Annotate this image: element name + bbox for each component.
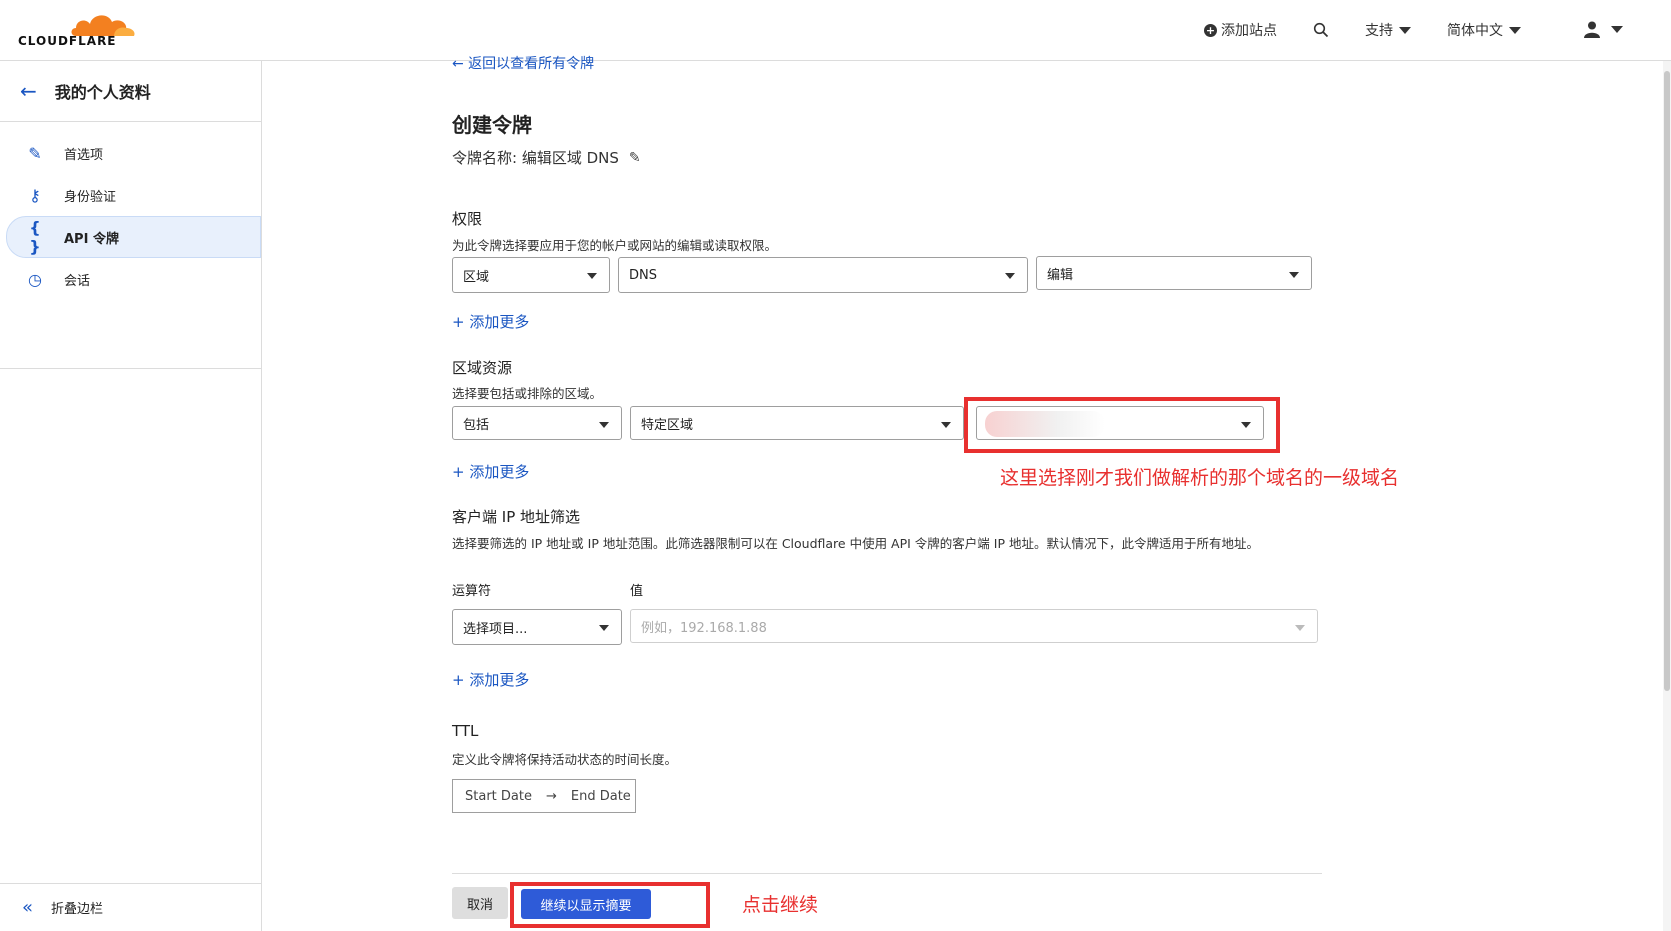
- ip-filter-title: 客户端 IP 地址筛选: [452, 508, 581, 526]
- plus-circle-icon: +: [1204, 23, 1217, 37]
- zone-resources-desc: 选择要包括或排除的区域。: [452, 386, 603, 401]
- page-scrollbar[interactable]: [1663, 61, 1671, 931]
- support-menu[interactable]: 支持: [1365, 20, 1411, 40]
- search-icon: [1313, 22, 1329, 38]
- scrollbar-thumb[interactable]: [1664, 71, 1670, 691]
- add-site-label: 添加站点: [1221, 23, 1277, 39]
- annotation-box-zone: [964, 397, 1280, 453]
- braces-icon: { }: [29, 218, 41, 256]
- select-value: 特定区域: [641, 417, 694, 433]
- end-date-field[interactable]: End Date: [571, 789, 631, 804]
- add-ip-filter-link[interactable]: + 添加更多: [452, 669, 529, 690]
- ip-value-input[interactable]: 例如，192.168.1.88: [630, 609, 1318, 643]
- chevron-down-icon: [1509, 26, 1521, 34]
- clock-icon: ◷: [28, 269, 42, 289]
- logo-text: CLOUDFLARE: [18, 34, 117, 48]
- sidebar-item-label: 身份验证: [64, 189, 117, 205]
- cancel-button[interactable]: 取消: [452, 887, 508, 919]
- sidebar-header: ← 我的个人资料: [0, 61, 261, 122]
- cloud-logo-icon: [71, 15, 135, 36]
- sidebar-item-api-tokens[interactable]: { } API 令牌: [6, 216, 261, 258]
- dropdown-arrow-icon: [1289, 272, 1299, 278]
- select-value: 编辑: [1047, 267, 1074, 283]
- cloudflare-logo[interactable]: CLOUDFLARE: [18, 10, 135, 50]
- sidebar-item-label: API 令牌: [64, 231, 119, 247]
- permissions-desc: 为此令牌选择要应用于您的帐户或网站的编辑或读取权限。: [452, 238, 778, 253]
- back-to-tokens-link[interactable]: ← 返回以查看所有令牌: [452, 53, 594, 73]
- zone-resources-title: 区域资源: [452, 359, 513, 377]
- start-date-field[interactable]: Start Date: [465, 789, 532, 804]
- select-value: 选择项目...: [463, 621, 528, 637]
- permission-scope-select[interactable]: 区域: [452, 257, 610, 293]
- annotation-zone-note: 这里选择刚才我们做解析的那个域名的一级域名: [1000, 467, 1400, 489]
- token-name-text: 令牌名称: 编辑区域 DNS: [452, 149, 619, 167]
- search-button[interactable]: [1313, 22, 1329, 38]
- ttl-desc: 定义此令牌将保持活动状态的时间长度。: [452, 752, 678, 767]
- dropdown-arrow-icon: [599, 625, 609, 631]
- sidebar: ← 我的个人资料 ✎ 首选项 ⚷ 身份验证 { } API 令牌 ◷ 会话 « …: [0, 61, 262, 931]
- page-title: 创建令牌: [452, 113, 532, 137]
- double-chevron-left-icon: «: [22, 897, 34, 918]
- pencil-icon: ✎: [28, 143, 42, 163]
- support-label: 支持: [1365, 23, 1393, 39]
- select-value: DNS: [629, 267, 657, 283]
- value-label: 值: [630, 584, 644, 599]
- collapse-sidebar-button[interactable]: « 折叠边栏: [0, 883, 261, 931]
- operator-select[interactable]: 选择项目...: [452, 609, 622, 645]
- arrow-right-icon: →: [545, 788, 557, 804]
- chevron-down-icon: [1611, 25, 1623, 33]
- dropdown-arrow-icon: [587, 273, 597, 279]
- ttl-title: TTL: [452, 722, 479, 740]
- add-permission-link[interactable]: + 添加更多: [452, 311, 529, 332]
- top-nav: + 添加站点 支持 简体中文: [1168, 18, 1521, 42]
- ttl-date-range[interactable]: Start Date → End Date: [452, 779, 636, 813]
- footer-divider: [452, 873, 1322, 874]
- sidebar-nav: ✎ 首选项 ⚷ 身份验证 { } API 令牌 ◷ 会话: [0, 122, 261, 369]
- ip-filter-desc: 选择要筛选的 IP 地址或 IP 地址范围。此筛选器限制可以在 Cloudfla…: [452, 536, 1259, 551]
- language-menu[interactable]: 简体中文: [1447, 20, 1521, 40]
- edit-pencil-icon[interactable]: ✎: [629, 150, 641, 166]
- sidebar-item-authentication[interactable]: ⚷ 身份验证: [0, 174, 261, 216]
- add-site-button[interactable]: + 添加站点: [1204, 20, 1277, 40]
- sidebar-item-sessions[interactable]: ◷ 会话: [0, 258, 261, 300]
- chevron-down-icon: [1399, 26, 1411, 34]
- sidebar-item-preferences[interactable]: ✎ 首选项: [0, 132, 261, 174]
- permission-level-select[interactable]: 编辑: [1036, 256, 1312, 290]
- zone-type-select[interactable]: 特定区域: [630, 406, 964, 440]
- dropdown-arrow-icon: [941, 422, 951, 428]
- input-placeholder: 例如，192.168.1.88: [641, 620, 767, 636]
- zone-include-select[interactable]: 包括: [452, 406, 622, 440]
- operator-label: 运算符: [452, 584, 492, 599]
- add-zone-link[interactable]: + 添加更多: [452, 461, 529, 482]
- select-value: 包括: [463, 417, 490, 433]
- top-bar: CLOUDFLARE + 添加站点 支持 简体中文: [0, 0, 1671, 61]
- select-value: 区域: [463, 269, 490, 285]
- token-name: 令牌名称: 编辑区域 DNS ✎: [452, 147, 641, 168]
- back-arrow-icon[interactable]: ←: [20, 79, 37, 103]
- user-menu[interactable]: [1583, 20, 1623, 38]
- permissions-title: 权限: [452, 210, 483, 228]
- sidebar-item-label: 首选项: [64, 147, 104, 163]
- key-icon: ⚷: [29, 185, 41, 205]
- sidebar-item-label: 会话: [64, 273, 91, 289]
- dropdown-arrow-icon: [1295, 625, 1305, 631]
- annotation-continue-note: 点击继续: [742, 894, 819, 916]
- dropdown-arrow-icon: [1005, 273, 1015, 279]
- permission-resource-select[interactable]: DNS: [618, 257, 1028, 293]
- collapse-sidebar-label: 折叠边栏: [51, 902, 104, 917]
- dropdown-arrow-icon: [599, 422, 609, 428]
- language-label: 简体中文: [1447, 23, 1503, 39]
- annotation-box-continue: [510, 882, 710, 928]
- sidebar-title: 我的个人资料: [54, 83, 151, 102]
- user-icon: [1584, 21, 1600, 38]
